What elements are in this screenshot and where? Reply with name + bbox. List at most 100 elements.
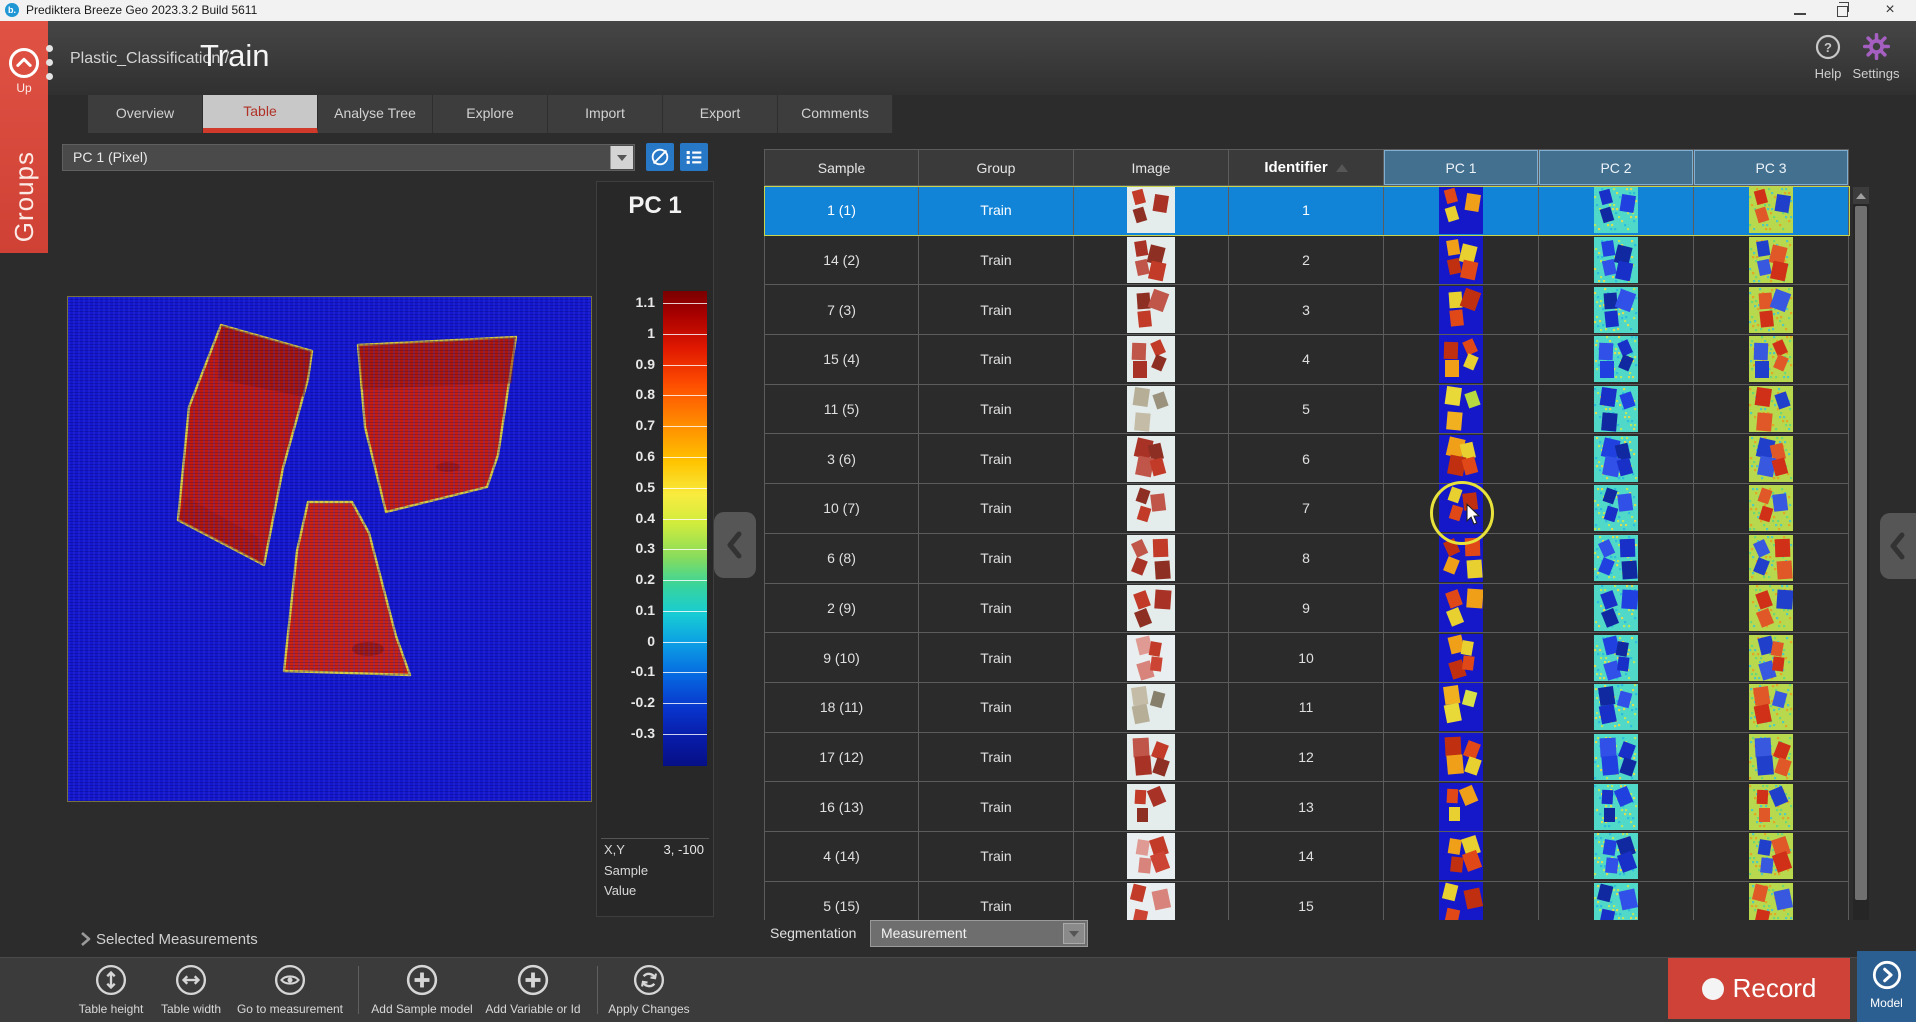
column-header-pc-2[interactable]: PC 2	[1539, 149, 1694, 186]
table-row-11[interactable]: 18 (11)Train11	[764, 683, 1850, 733]
cell-image-thumbnail	[1074, 434, 1229, 484]
selected-measurements-label: Selected Measurements	[96, 931, 258, 948]
cell-pc2-thumbnail	[1539, 832, 1694, 882]
cell-pc2-thumbnail	[1539, 683, 1694, 733]
column-header-identifier[interactable]: Identifier	[1229, 149, 1384, 186]
view-selector-dropdown[interactable]: PC 1 (Pixel)	[62, 144, 635, 171]
value-label: Value	[604, 883, 636, 898]
table-row-5[interactable]: 11 (5)Train5	[764, 385, 1850, 435]
tab-comments[interactable]: Comments	[778, 95, 893, 133]
expand-right-panel-handle[interactable]	[1880, 513, 1916, 579]
cell-image-thumbnail	[1074, 683, 1229, 733]
collapse-left-panel-handle[interactable]	[714, 512, 756, 578]
segmentation-value: Measurement	[881, 921, 967, 946]
up-label: Up	[4, 81, 44, 95]
column-header-group[interactable]: Group	[919, 149, 1074, 186]
sync-views-button[interactable]	[646, 143, 674, 171]
dropdown-arrow-button[interactable]	[610, 146, 633, 169]
cell-pc3-thumbnail	[1694, 484, 1849, 534]
toolbar-button-add-variable-or-id[interactable]: Add Variable or Id	[468, 964, 598, 1016]
cell-group: Train	[919, 335, 1074, 385]
column-header-pc-3[interactable]: PC 3	[1694, 149, 1849, 186]
cell-sample: 9 (10)	[764, 633, 919, 683]
colorbar-tick-line	[663, 580, 707, 581]
width-arrows-icon	[175, 964, 207, 1001]
colorbar-tick-line	[663, 703, 707, 704]
scrollbar-thumb[interactable]	[1855, 206, 1867, 900]
close-icon[interactable]: ×	[1878, 0, 1902, 20]
table-row-9[interactable]: 2 (9)Train9	[764, 584, 1850, 634]
cell-identifier: 15	[1229, 882, 1384, 920]
cell-sample: 11 (5)	[764, 385, 919, 435]
table-header: SampleGroupImageIdentifierPC 1PC 2PC 3	[764, 149, 1849, 186]
table-row-2[interactable]: 14 (2)Train2	[764, 236, 1850, 286]
cell-pc2-thumbnail	[1539, 733, 1694, 783]
cell-image-thumbnail	[1074, 534, 1229, 584]
tab-import[interactable]: Import	[548, 95, 663, 133]
tab-explore[interactable]: Explore	[433, 95, 548, 133]
table-row-12[interactable]: 17 (12)Train12	[764, 733, 1850, 783]
cell-pc2-thumbnail	[1539, 335, 1694, 385]
tab-export[interactable]: Export	[663, 95, 778, 133]
colorbar-tick-label: -0.3	[603, 725, 655, 741]
cell-group: Train	[919, 633, 1074, 683]
eye-icon	[274, 964, 306, 1001]
table-row-3[interactable]: 7 (3)Train3	[764, 285, 1850, 335]
up-button[interactable]: Up	[4, 47, 44, 105]
settings-button[interactable]: Settings	[1850, 33, 1902, 81]
table-row-6[interactable]: 3 (6)Train6	[764, 434, 1850, 484]
menu-dots-icon[interactable]	[46, 38, 56, 87]
triangle-up-icon	[1856, 193, 1866, 199]
tab-overview[interactable]: Overview	[88, 95, 203, 133]
xy-row: X,Y 3, -100	[604, 842, 708, 857]
tab-analyse-tree[interactable]: Analyse Tree	[318, 95, 433, 133]
tab-table[interactable]: Table	[203, 95, 318, 133]
pixel-image-viewer[interactable]	[67, 296, 592, 802]
scrollbar-up-button[interactable]	[1853, 187, 1869, 204]
record-button[interactable]: Record	[1668, 958, 1850, 1019]
table-row-4[interactable]: 15 (4)Train4	[764, 335, 1850, 385]
restore-icon[interactable]	[1837, 6, 1848, 17]
column-header-image[interactable]: Image	[1074, 149, 1229, 186]
cell-group: Train	[919, 534, 1074, 584]
cell-sample: 2 (9)	[764, 584, 919, 634]
table-row-7[interactable]: 10 (7)Train7	[764, 484, 1850, 534]
groups-tab[interactable]: Groups	[0, 129, 48, 265]
minimize-icon[interactable]	[1794, 13, 1806, 15]
column-header-sample[interactable]: Sample	[764, 149, 919, 186]
column-header-pc-1[interactable]: PC 1	[1384, 149, 1539, 186]
model-button[interactable]: Model	[1857, 951, 1916, 1022]
cell-pc1-thumbnail	[1384, 832, 1539, 882]
table-row-8[interactable]: 6 (8)Train8	[764, 534, 1850, 584]
table-row-13[interactable]: 16 (13)Train13	[764, 782, 1850, 832]
model-chevron-icon	[1872, 960, 1902, 990]
toolbar-button-label: Apply Changes	[584, 1002, 714, 1016]
table-row-15[interactable]: 5 (15)Train15	[764, 882, 1850, 920]
cell-sample: 18 (11)	[764, 683, 919, 733]
toolbar-button-go-to-measurement[interactable]: Go to measurement	[225, 964, 355, 1016]
table-row-10[interactable]: 9 (10)Train10	[764, 633, 1850, 683]
colorbar-tick-label: 0.9	[603, 356, 655, 372]
record-dot-icon	[1702, 978, 1724, 1000]
cell-pc1-thumbnail	[1384, 633, 1539, 683]
dropdown-arrow-button[interactable]	[1063, 923, 1085, 944]
toolbar-button-apply-changes[interactable]: Apply Changes	[584, 964, 714, 1016]
table-row-1[interactable]: 1 (1)Train1	[764, 186, 1850, 236]
list-view-button[interactable]	[680, 143, 708, 171]
cell-pc3-thumbnail	[1694, 236, 1849, 286]
cell-pc3-thumbnail	[1694, 633, 1849, 683]
selected-measurements-expander[interactable]: Selected Measurements	[74, 928, 258, 950]
cell-pc3-thumbnail	[1694, 832, 1849, 882]
cell-pc1-thumbnail	[1384, 782, 1539, 832]
cell-pc2-thumbnail	[1539, 633, 1694, 683]
colorbar-tick-label: 0.4	[603, 510, 655, 526]
cell-group: Train	[919, 236, 1074, 286]
window-title: Prediktera Breeze Geo 2023.3.2 Build 561…	[26, 3, 257, 17]
table-row-14[interactable]: 4 (14)Train14	[764, 832, 1850, 882]
help-button[interactable]: ? Help	[1808, 34, 1848, 81]
colorbar-tick-line	[663, 334, 707, 335]
cell-sample: 6 (8)	[764, 534, 919, 584]
segmentation-dropdown[interactable]: Measurement	[870, 920, 1088, 947]
cell-image-thumbnail	[1074, 236, 1229, 286]
colorbar-tick-line	[663, 365, 707, 366]
